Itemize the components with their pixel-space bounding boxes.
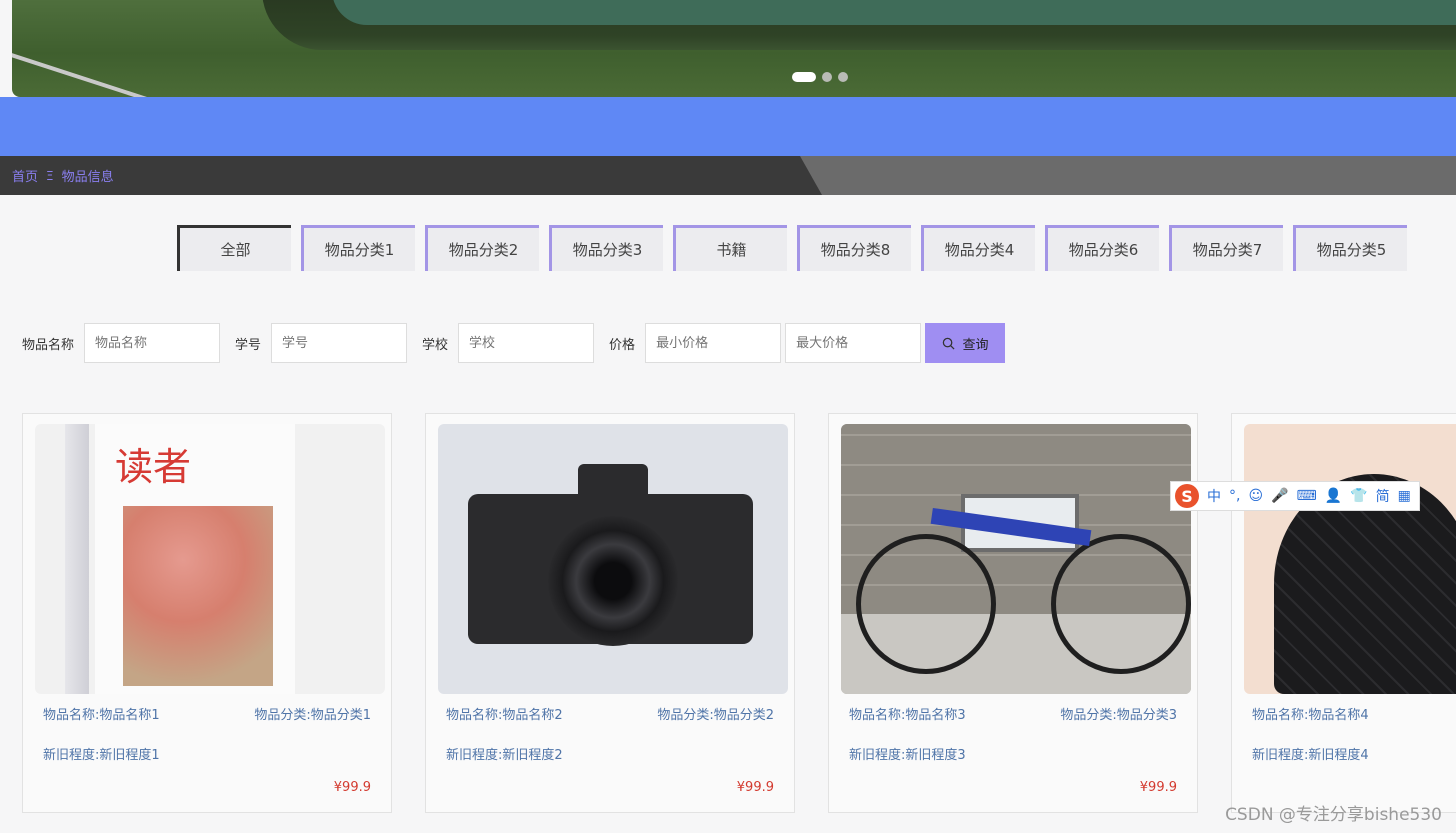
min-price-input[interactable] (645, 323, 782, 363)
tab-category-7[interactable]: 物品分类7 (1169, 225, 1283, 271)
bike-wheel-rear (1051, 534, 1191, 674)
school-label: 学校 (422, 337, 449, 353)
ime-toolbar[interactable]: S 中 °, ☺ 🎤 ⌨ 👤 👕 简 ▦ (1170, 481, 1420, 511)
student-id-label: 学号 (235, 337, 262, 353)
product-condition: 新旧程度:新旧程度4 (1252, 748, 1369, 763)
product-price: ¥99.9 (333, 780, 371, 795)
breadcrumb-bg (0, 156, 822, 195)
product-condition: 新旧程度:新旧程度1 (43, 748, 160, 763)
product-category: 物品分类:物品分类2 (657, 708, 774, 723)
product-card[interactable]: 物品名称:物品名称2 物品分类:物品分类2 新旧程度:新旧程度2 ¥99.9 (425, 413, 795, 813)
ime-skin-icon[interactable]: 👕 (1350, 488, 1367, 504)
product-card[interactable]: 物品名称:物品名称3 物品分类:物品分类3 新旧程度:新旧程度3 ¥99.9 (828, 413, 1198, 813)
product-image-magazine[interactable]: 读者 (35, 424, 385, 694)
hero-banner (12, 0, 1456, 97)
search-button[interactable]: 查询 (925, 323, 1006, 363)
product-price: ¥99.9 (736, 780, 774, 795)
ime-emoji-icon[interactable]: ☺ (1248, 488, 1263, 504)
watermark: CSDN @专注分享bishe530 (1225, 805, 1442, 825)
breadcrumb: 首页 Ξ 物品信息 (12, 156, 114, 195)
tab-category-5[interactable]: 物品分类5 (1293, 225, 1407, 271)
banner-court (332, 0, 1456, 25)
carousel-dot-3[interactable] (838, 72, 848, 82)
student-id-input[interactable] (271, 323, 408, 363)
ime-user-icon[interactable]: 👤 (1325, 488, 1342, 504)
magazine-spine (65, 424, 89, 694)
category-tabs: 全部 物品分类1 物品分类2 物品分类3 书籍 物品分类8 物品分类4 物品分类… (177, 225, 1407, 271)
tab-category-4[interactable]: 物品分类4 (921, 225, 1035, 271)
carousel-indicators (792, 72, 848, 82)
product-condition: 新旧程度:新旧程度2 (446, 748, 563, 763)
product-image-camera[interactable] (438, 424, 788, 694)
product-image-bicycle[interactable] (841, 424, 1191, 694)
product-card[interactable]: 读者 物品名称:物品名称1 物品分类:物品分类1 新旧程度:新旧程度1 ¥99.… (22, 413, 392, 813)
item-name-label: 物品名称 (22, 337, 75, 353)
product-category: 物品分类:物品分类3 (1060, 708, 1177, 723)
product-category: 物品分类:物品分类1 (254, 708, 371, 723)
tab-category-1[interactable]: 物品分类1 (301, 225, 415, 271)
ime-chinese-mode[interactable]: 中 (1207, 486, 1221, 506)
ime-menu-icon[interactable]: ▦ (1398, 488, 1411, 504)
tab-category-3[interactable]: 物品分类3 (549, 225, 663, 271)
magazine-artwork (123, 506, 273, 686)
tab-books[interactable]: 书籍 (673, 225, 787, 271)
header-strip (0, 97, 1456, 156)
item-name-input[interactable] (84, 323, 221, 363)
tab-category-8[interactable]: 物品分类8 (797, 225, 911, 271)
max-price-input[interactable] (785, 323, 922, 363)
product-price: ¥99.9 (1139, 780, 1177, 795)
ime-punctuation-icon[interactable]: °, (1229, 488, 1240, 504)
product-condition: 新旧程度:新旧程度3 (849, 748, 966, 763)
carousel-dot-1[interactable] (792, 72, 816, 82)
breadcrumb-separator: Ξ (46, 168, 54, 183)
tab-category-2[interactable]: 物品分类2 (425, 225, 539, 271)
breadcrumb-bar: 首页 Ξ 物品信息 (0, 156, 1456, 195)
search-button-label: 查询 (962, 337, 989, 353)
product-name: 物品名称:物品名称3 (849, 708, 966, 723)
product-card[interactable]: 物品名称:物品名称4 新旧程度:新旧程度4 (1231, 413, 1456, 813)
search-icon (942, 337, 955, 350)
camera-lens (548, 516, 678, 646)
search-form: 物品名称 学号 学校 价格 查询 (22, 323, 1006, 363)
ime-keyboard-icon[interactable]: ⌨ (1297, 488, 1317, 504)
product-name: 物品名称:物品名称4 (1252, 708, 1369, 723)
magazine-title: 读者 (115, 445, 192, 489)
product-image-bag[interactable] (1244, 424, 1456, 694)
sogou-logo-icon[interactable]: S (1175, 484, 1199, 508)
product-name: 物品名称:物品名称1 (43, 708, 160, 723)
carousel-dot-2[interactable] (822, 72, 832, 82)
breadcrumb-home[interactable]: 首页 (12, 166, 38, 185)
bike-wheel-front (856, 534, 996, 674)
tab-all[interactable]: 全部 (177, 225, 291, 271)
product-name: 物品名称:物品名称2 (446, 708, 563, 723)
ime-simplified-mode[interactable]: 简 (1376, 486, 1390, 506)
school-input[interactable] (458, 323, 595, 363)
tab-category-6[interactable]: 物品分类6 (1045, 225, 1159, 271)
price-label: 价格 (609, 337, 636, 353)
banner-field-line (12, 50, 174, 97)
breadcrumb-current: 物品信息 (61, 170, 114, 185)
ime-voice-icon[interactable]: 🎤 (1271, 488, 1288, 504)
